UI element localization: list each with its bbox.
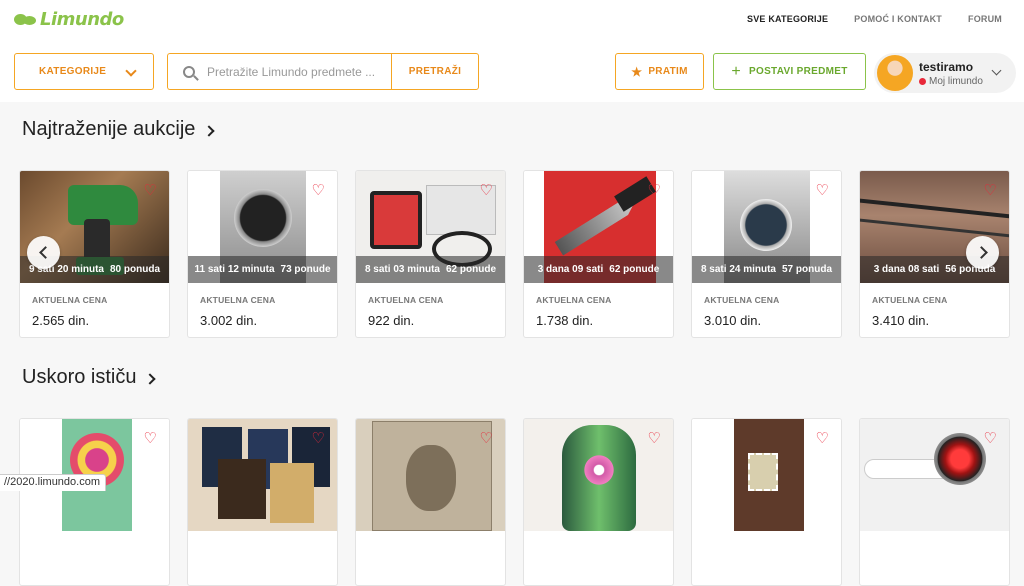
section-title-ending-soon[interactable]: Uskoro ističu bbox=[22, 366, 154, 389]
price-label: AKTUELNA CENA bbox=[872, 295, 1009, 305]
item-image: ♡ bbox=[692, 419, 841, 531]
carousel-prev-button[interactable] bbox=[27, 236, 60, 269]
plus-icon: + bbox=[731, 64, 741, 80]
heart-icon[interactable]: ♡ bbox=[984, 431, 997, 446]
heart-icon[interactable]: ♡ bbox=[816, 183, 829, 198]
search-icon bbox=[183, 66, 195, 78]
price: 2.565 din. bbox=[32, 313, 169, 328]
item-image: ♡ 8 sati 03 minuta 62 ponude bbox=[356, 171, 505, 283]
item-image: ♡ 11 sati 12 minuta 73 ponude bbox=[188, 171, 337, 283]
categories-button[interactable]: KATEGORIJE bbox=[14, 53, 154, 90]
status-dot-icon bbox=[919, 78, 926, 85]
auction-card[interactable]: ♡ 3 dana 09 sati62 ponude AKTUELNA CENA … bbox=[523, 170, 674, 338]
carousel-next-button[interactable] bbox=[966, 236, 999, 269]
ending-soon-carousel: ♡ ♡ ♡ ♡ ♡ ♡ bbox=[19, 418, 1010, 586]
price-label: AKTUELNA CENA bbox=[200, 295, 337, 305]
nav-pomoc-kontakt[interactable]: POMOĆ I KONTAKT bbox=[854, 14, 942, 24]
section-title-text: Najtraženije aukcije bbox=[22, 118, 195, 141]
price-label: AKTUELNA CENA bbox=[368, 295, 505, 305]
chevron-down-icon bbox=[992, 66, 1002, 76]
auction-info: 11 sati 12 minuta 73 ponude bbox=[188, 256, 337, 283]
chevron-right-icon bbox=[145, 373, 156, 384]
search-button-label: PRETRAŽI bbox=[409, 66, 461, 77]
auction-card[interactable]: ♡ bbox=[355, 418, 506, 586]
status-bar-url: //2020.limundo.com bbox=[0, 474, 106, 491]
time-left: 8 sati 03 minuta bbox=[365, 264, 440, 275]
item-image: ♡ bbox=[860, 419, 1009, 531]
auction-card[interactable]: ♡ bbox=[187, 418, 338, 586]
avatar bbox=[877, 55, 913, 91]
heart-icon[interactable]: ♡ bbox=[816, 431, 829, 446]
price: 922 din. bbox=[368, 313, 505, 328]
price: 3.002 din. bbox=[200, 313, 337, 328]
price: 1.738 din. bbox=[536, 313, 673, 328]
search-input[interactable] bbox=[207, 65, 387, 79]
follow-label: PRATIM bbox=[648, 66, 687, 77]
logo-text: Limundo bbox=[40, 9, 124, 30]
nav-sve-kategorije[interactable]: SVE KATEGORIJE bbox=[747, 14, 828, 24]
item-image: ♡ 8 sati 24 minuta 57 ponuda bbox=[692, 171, 841, 283]
chevron-right-icon bbox=[204, 125, 215, 136]
price: 3.010 din. bbox=[704, 313, 841, 328]
heart-icon[interactable]: ♡ bbox=[648, 431, 661, 446]
bid-count: 62 ponude bbox=[609, 264, 659, 275]
heart-icon[interactable]: ♡ bbox=[984, 183, 997, 198]
bid-count: 80 ponuda bbox=[110, 264, 160, 275]
categories-label: KATEGORIJE bbox=[39, 66, 106, 77]
price-label: AKTUELNA CENA bbox=[32, 295, 169, 305]
price-label: AKTUELNA CENA bbox=[536, 295, 673, 305]
post-item-button[interactable]: + POSTAVI PREDMET bbox=[713, 53, 866, 90]
item-image: ♡ bbox=[188, 419, 337, 531]
item-image: ♡ bbox=[524, 419, 673, 531]
time-left: 3 dana 09 sati bbox=[538, 264, 604, 275]
price: 3.410 din. bbox=[872, 313, 1009, 328]
heart-icon[interactable]: ♡ bbox=[648, 183, 661, 198]
section-title-most-wanted[interactable]: Najtraženije aukcije bbox=[22, 118, 213, 141]
auction-card[interactable]: ♡ 11 sati 12 minuta 73 ponude AKTUELNA CE… bbox=[187, 170, 338, 338]
post-item-label: POSTAVI PREDMET bbox=[749, 66, 848, 77]
heart-icon[interactable]: ♡ bbox=[312, 431, 325, 446]
auction-info: 3 dana 09 sati 62 ponude bbox=[524, 256, 673, 283]
auction-card[interactable]: ♡ 8 sati 03 minuta 62 ponude AKTUELNA CEN… bbox=[355, 170, 506, 338]
auction-info: 8 sati 24 minuta 57 ponuda bbox=[692, 256, 841, 283]
auction-card[interactable]: ♡ 8 sati 24 minuta 57 ponuda AKTUELNA CEN… bbox=[691, 170, 842, 338]
heart-icon[interactable]: ♡ bbox=[312, 183, 325, 198]
heart-icon[interactable]: ♡ bbox=[144, 183, 157, 198]
user-menu[interactable]: testiramo Moj limundo bbox=[874, 53, 1016, 93]
chevron-down-icon bbox=[125, 65, 136, 76]
header: Limundo SVE KATEGORIJE POMOĆ I KONTAKT F… bbox=[0, 0, 1024, 102]
auction-card[interactable]: ♡ bbox=[691, 418, 842, 586]
auction-card[interactable]: ♡ bbox=[19, 418, 170, 586]
bid-count: 73 ponude bbox=[281, 264, 331, 275]
follow-button[interactable]: ★ PRATIM bbox=[615, 53, 704, 90]
star-icon: ★ bbox=[631, 65, 642, 79]
auction-card[interactable]: ♡ bbox=[523, 418, 674, 586]
auction-card[interactable]: ♡ bbox=[859, 418, 1010, 586]
heart-icon[interactable]: ♡ bbox=[144, 431, 157, 446]
user-status: Moj limundo bbox=[919, 76, 983, 87]
auction-carousel: ♡ 9 sati 20 minuta80 ponuda AKTUELNA CEN… bbox=[19, 170, 1010, 338]
item-image: ♡ bbox=[356, 419, 505, 531]
item-image: ♡ 3 dana 09 sati 62 ponude bbox=[524, 171, 673, 283]
bid-count: 62 ponude bbox=[446, 264, 496, 275]
search-button[interactable]: PRETRAŽI bbox=[391, 53, 479, 90]
logo-icon bbox=[14, 12, 36, 27]
time-left: 11 sati 12 minuta bbox=[194, 264, 274, 275]
username: testiramo bbox=[919, 60, 983, 74]
heart-icon[interactable]: ♡ bbox=[480, 431, 493, 446]
user-info: testiramo Moj limundo bbox=[919, 60, 983, 87]
search-box bbox=[167, 53, 391, 90]
limundo-logo[interactable]: Limundo bbox=[14, 9, 124, 30]
user-status-label: Moj limundo bbox=[929, 76, 983, 87]
section-title-text: Uskoro ističu bbox=[22, 366, 136, 389]
heart-icon[interactable]: ♡ bbox=[480, 183, 493, 198]
time-left: 3 dana 08 sati bbox=[874, 264, 940, 275]
bid-count: 57 ponuda bbox=[782, 264, 832, 275]
nav-forum[interactable]: FORUM bbox=[968, 14, 1002, 24]
price-label: AKTUELNA CENA bbox=[704, 295, 841, 305]
auction-info: 8 sati 03 minuta 62 ponude bbox=[356, 256, 505, 283]
time-left: 8 sati 24 minuta bbox=[701, 264, 776, 275]
top-nav: SVE KATEGORIJE POMOĆ I KONTAKT FORUM bbox=[747, 14, 1002, 24]
